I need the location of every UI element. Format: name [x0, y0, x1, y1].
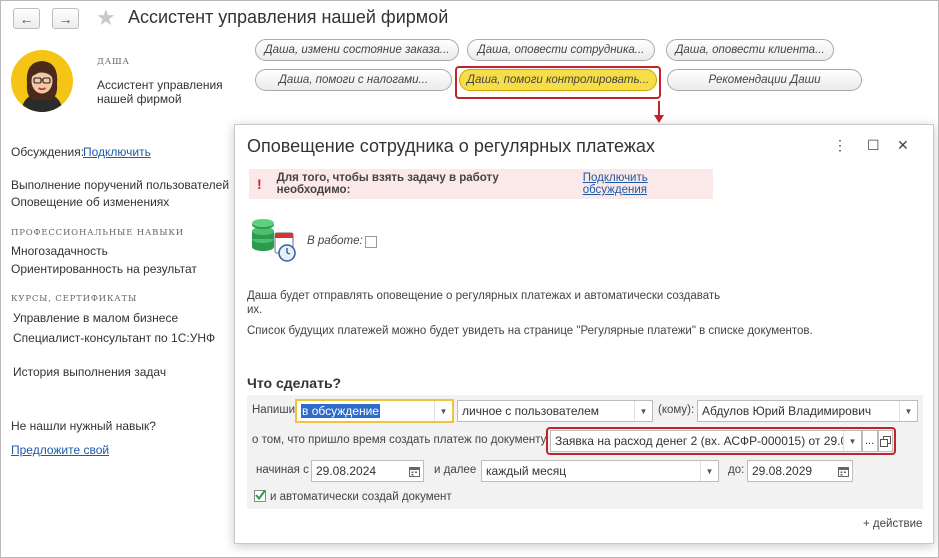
- assistant-avatar: [11, 50, 73, 112]
- notify-employee-dialog: Оповещение сотрудника о регулярных плате…: [234, 124, 934, 544]
- recipient-select[interactable]: Абдулов Юрий Владимирович ▼: [697, 400, 918, 422]
- description-line-2: их.: [247, 304, 263, 316]
- courses-heading: КУРСЫ, СЕРТИФИКАТЫ: [11, 294, 138, 304]
- dropdown-arrow-icon[interactable]: ▼: [899, 401, 917, 421]
- skill-item: Ориентированность на результат: [11, 262, 197, 276]
- assistant-description-2: нашей фирмой: [97, 92, 182, 106]
- dropdown-arrow-icon[interactable]: ▼: [434, 401, 452, 421]
- calendar-icon[interactable]: [834, 461, 852, 481]
- forward-button[interactable]: →: [52, 8, 79, 29]
- arrow-left-icon: ←: [19, 10, 34, 27]
- recipient-value: Абдулов Юрий Владимирович: [702, 404, 872, 418]
- open-document-button[interactable]: [878, 430, 893, 452]
- help-control-button[interactable]: Даша, помоги контролировать...: [459, 69, 657, 91]
- back-button[interactable]: ←: [13, 8, 40, 29]
- connect-discussions-link-dialog[interactable]: Подключить обсуждения: [583, 172, 713, 196]
- maximize-icon[interactable]: ☐: [867, 137, 880, 154]
- add-action-link[interactable]: + действие: [863, 518, 922, 530]
- calendar-icon[interactable]: [405, 461, 423, 481]
- start-label: начиная с: [256, 464, 309, 476]
- assistant-description: Ассистент управления: [97, 78, 223, 92]
- write-target-select[interactable]: в обсуждение ▼: [295, 399, 454, 423]
- discussions-label: Обсуждения:: [11, 145, 85, 159]
- open-window-icon: [880, 435, 891, 447]
- dropdown-arrow-icon[interactable]: ▼: [634, 401, 652, 421]
- skills-heading: ПРОФЕССИОНАЛЬНЫЕ НАВЫКИ: [11, 228, 184, 238]
- in-work-label: В работе:: [307, 235, 363, 247]
- course-item: Управление в малом бизнесе: [13, 311, 179, 325]
- to-label: (кому):: [658, 404, 695, 416]
- more-menu-icon[interactable]: ⋮: [833, 137, 847, 154]
- assistant-name: ДАША: [97, 57, 130, 67]
- page-title: Ассистент управления нашей фирмой: [128, 7, 449, 27]
- about-label: о том, что пришло время создать платеж п…: [252, 434, 547, 446]
- discussion-type-select[interactable]: личное с пользователем ▼: [457, 400, 653, 422]
- auto-create-label: и автоматически создай документ: [270, 491, 452, 503]
- course-item: Специалист-консультант по 1С:УНФ: [13, 331, 216, 345]
- until-label: до:: [728, 464, 745, 476]
- dasha-recommendations-button[interactable]: Рекомендации Даши: [667, 69, 862, 91]
- document-value: Заявка на расход денег 2 (вх. АСФР-00001…: [555, 434, 862, 448]
- start-date-field[interactable]: 29.08.2024: [311, 460, 424, 482]
- period-select[interactable]: каждый месяц ▼: [481, 460, 719, 482]
- until-date-field[interactable]: 29.08.2029: [747, 460, 853, 482]
- then-label: и далее: [434, 464, 477, 476]
- regular-payments-icon: [252, 219, 296, 262]
- start-date-value: 29.08.2024: [316, 464, 377, 478]
- dropdown-arrow-icon[interactable]: ▼: [700, 461, 718, 481]
- notify-employee-button[interactable]: Даша, оповести сотрудника...: [467, 39, 655, 61]
- section-title: Что сделать?: [247, 375, 342, 391]
- connect-discussions-link[interactable]: Подключить: [83, 145, 151, 159]
- exclamation-icon: !: [257, 176, 262, 192]
- close-icon[interactable]: ✕: [897, 137, 909, 154]
- notify-client-button[interactable]: Даша, оповести клиента...: [666, 39, 834, 61]
- dialog-title: Оповещение сотрудника о регулярных плате…: [247, 136, 655, 156]
- change-order-status-button[interactable]: Даша, измени состояние заказа...: [255, 39, 459, 61]
- sidebar-task-1[interactable]: Оповещение об изменениях: [11, 195, 169, 209]
- warning-banner: ! Для того, чтобы взять задачу в работу …: [249, 169, 713, 199]
- until-date-value: 29.08.2029: [752, 464, 813, 478]
- auto-create-checkbox[interactable]: [254, 489, 266, 502]
- favorite-star-icon[interactable]: ★: [96, 5, 116, 31]
- check-icon: [255, 489, 266, 501]
- skill-item: Многозадачность: [11, 244, 108, 258]
- discussion-type-value: личное с пользователем: [462, 404, 600, 418]
- in-work-checkbox[interactable]: [365, 236, 377, 248]
- arrow-down-icon: [654, 101, 664, 123]
- sidebar-task-0[interactable]: Выполнение поручений пользователей: [11, 178, 229, 192]
- write-target-value: в обсуждение: [301, 404, 380, 418]
- suggest-skill-link[interactable]: Предложите свой: [11, 443, 109, 457]
- select-document-button[interactable]: ...: [862, 430, 878, 452]
- period-value: каждый месяц: [486, 464, 567, 478]
- write-label: Напиши:: [252, 404, 299, 416]
- document-select[interactable]: Заявка на расход денег 2 (вх. АСФР-00001…: [550, 430, 862, 452]
- not-found-text: Не нашли нужный навык?: [11, 419, 156, 433]
- arrow-right-icon: →: [58, 10, 73, 27]
- description-line-1: Даша будет отправлять оповещение о регул…: [247, 290, 721, 302]
- description-line-3: Список будущих платежей можно будет увид…: [247, 325, 813, 337]
- help-taxes-button[interactable]: Даша, помоги с налогами...: [255, 69, 452, 91]
- woman-avatar-icon: [21, 61, 63, 112]
- task-history-link[interactable]: История выполнения задач: [13, 365, 166, 379]
- dropdown-arrow-icon[interactable]: ▼: [843, 431, 861, 451]
- warning-text: Для того, чтобы взять задачу в работу не…: [276, 172, 499, 196]
